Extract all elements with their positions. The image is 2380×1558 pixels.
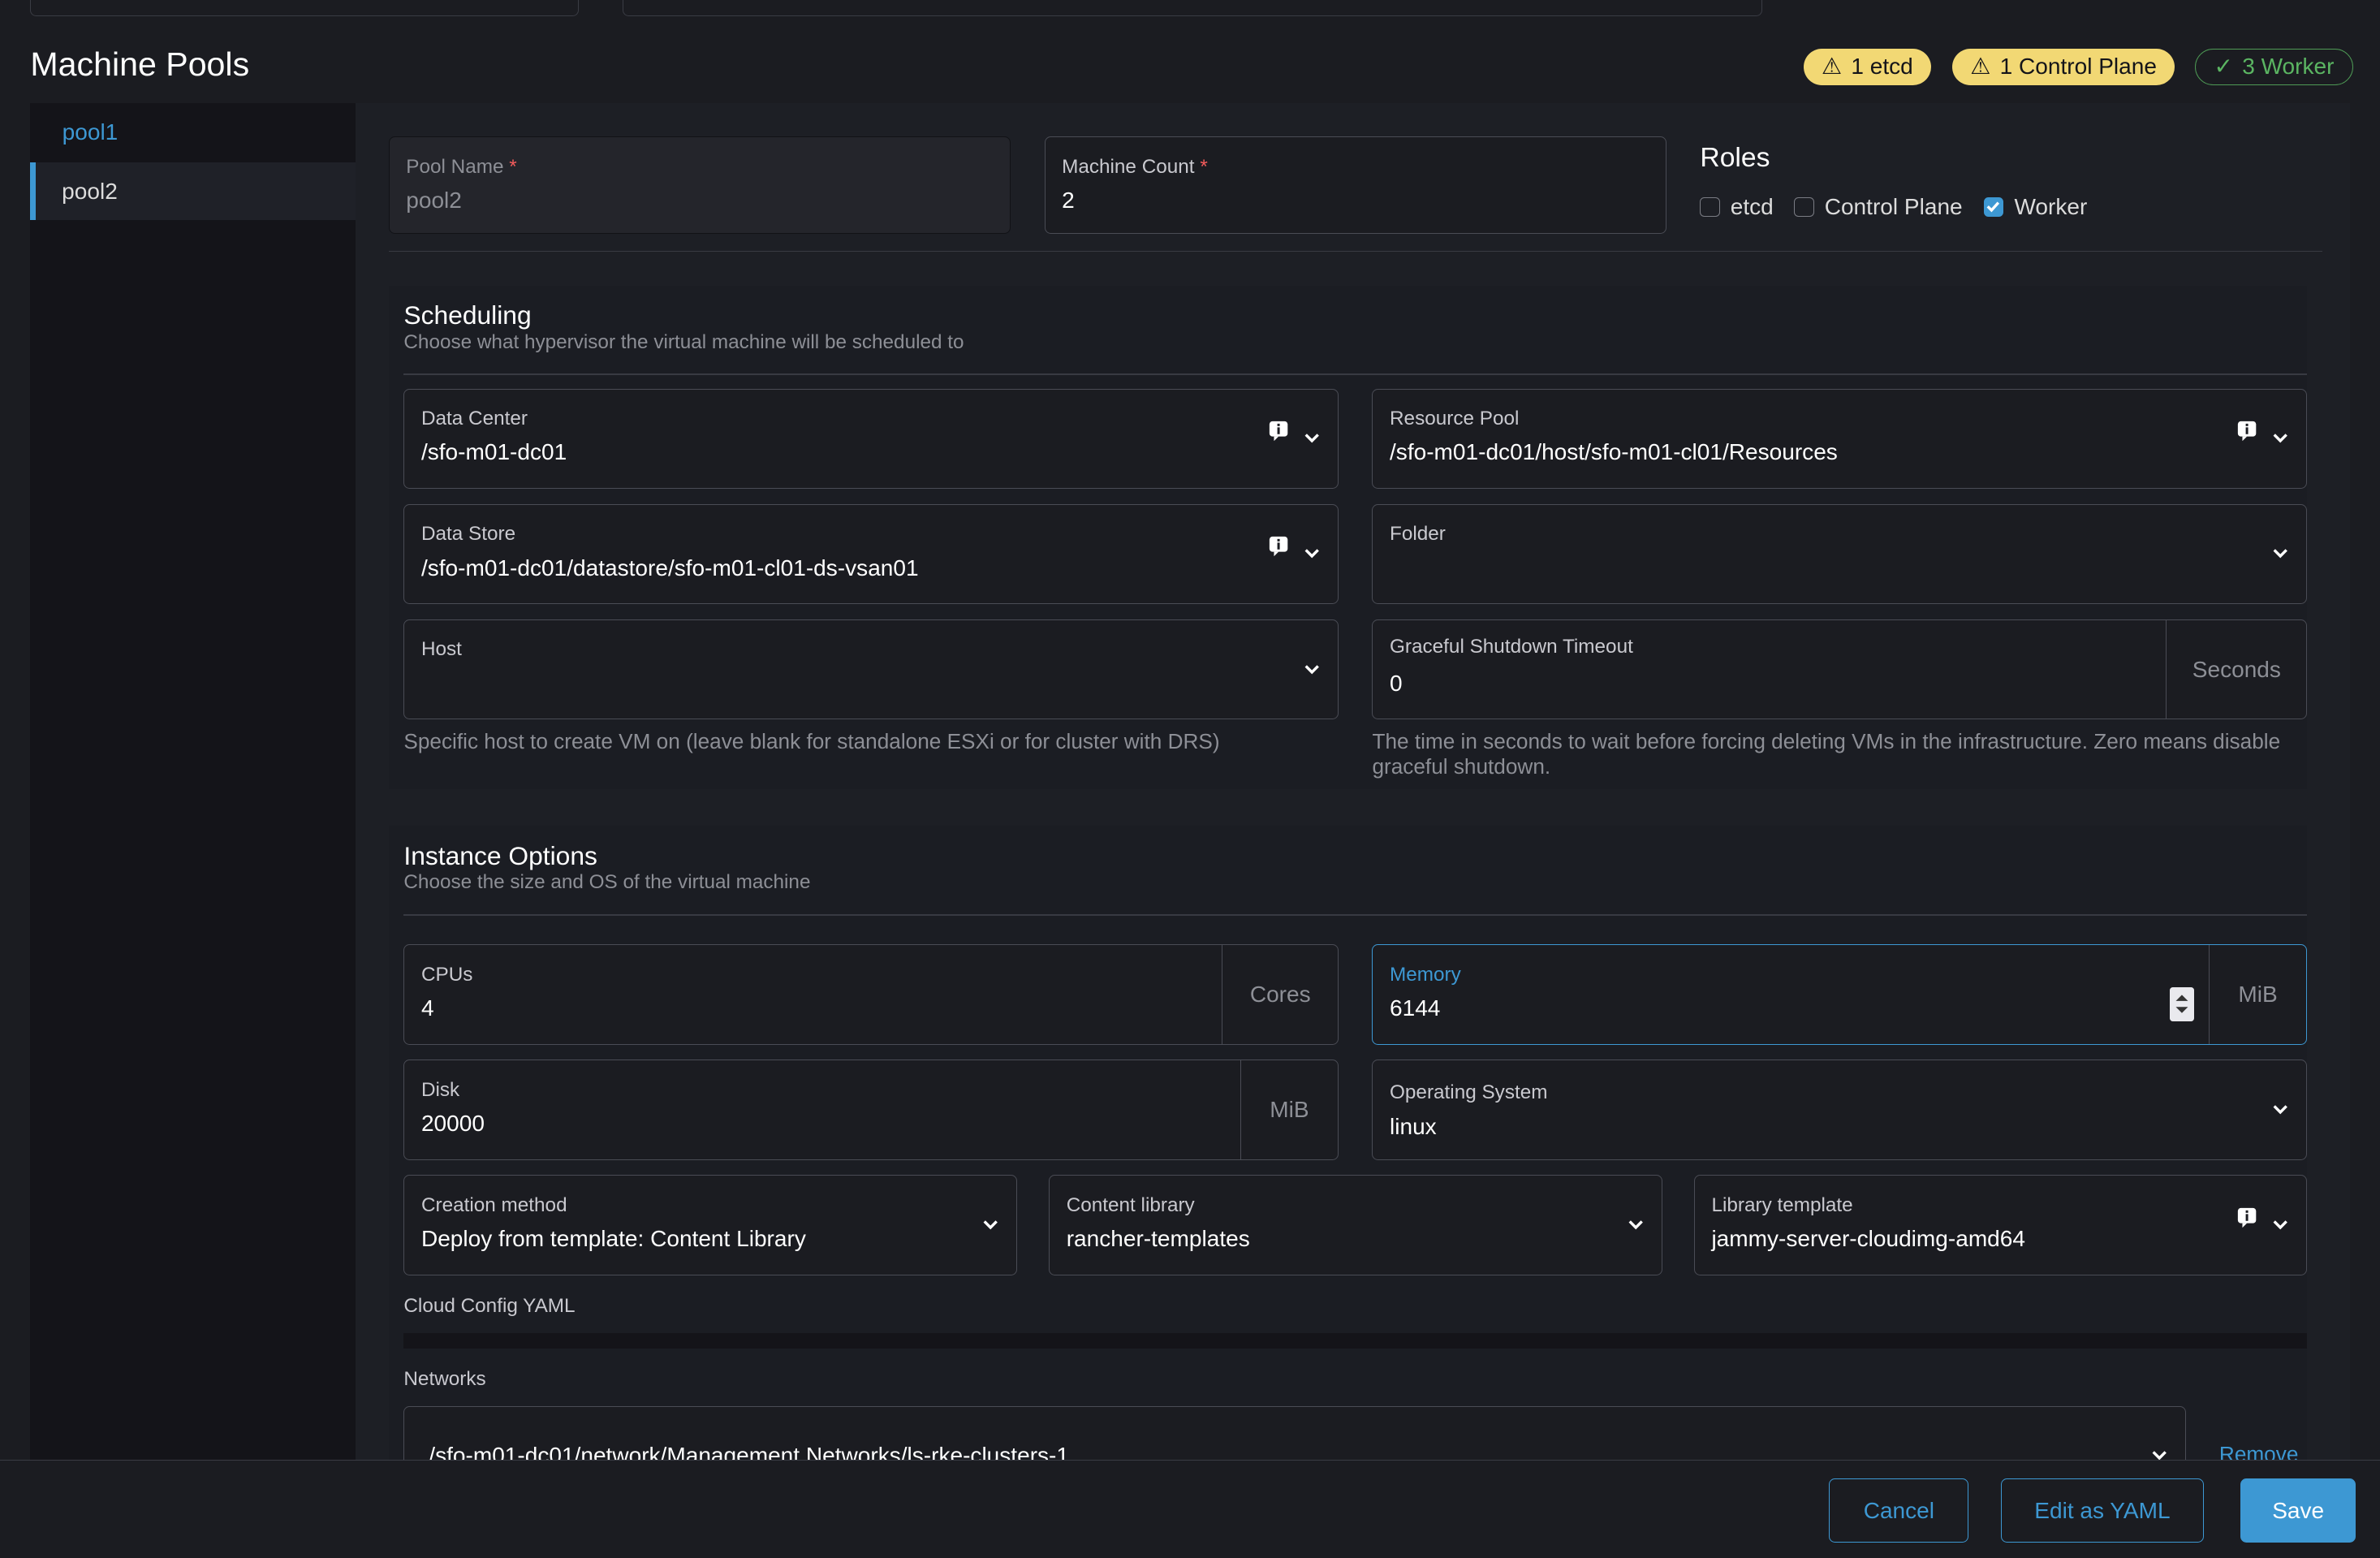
worker-count-badge: ✓ 3 Worker <box>2195 48 2353 85</box>
divider <box>388 250 2323 252</box>
remove-network-link[interactable]: Remove <box>2219 1442 2298 1460</box>
page-title: Machine Pools <box>30 45 250 84</box>
host-select[interactable]: Host <box>403 619 1339 720</box>
instance-options-section: Instance Options Choose the size and OS … <box>388 826 2308 1461</box>
pool-sidebar: pool1 pool2 <box>30 103 356 1461</box>
chevron-down-icon[interactable] <box>2271 429 2289 447</box>
cloud-config-editor[interactable] <box>403 1332 2308 1349</box>
networks-label: Networks <box>403 1367 486 1390</box>
shutdown-help-text: The time in seconds to wait before forci… <box>1372 728 2281 779</box>
top-partial-field-left <box>30 0 579 16</box>
info-icon[interactable] <box>2236 1206 2257 1228</box>
chevron-down-icon[interactable] <box>1303 429 1321 447</box>
control-plane-count-badge: ⚠ 1 Control Plane <box>1951 48 2175 85</box>
chevron-down-icon[interactable] <box>2271 544 2289 562</box>
save-button[interactable]: Save <box>2240 1478 2356 1543</box>
mib-suffix: MiB <box>1240 1060 1339 1159</box>
form-footer: Cancel Edit as YAML Save <box>0 1459 2380 1558</box>
chevron-down-icon[interactable] <box>1627 1215 1645 1233</box>
mib-suffix: MiB <box>2208 945 2307 1044</box>
chevron-down-icon[interactable] <box>2271 1100 2289 1118</box>
pool-config-panel: Pool Name * pool2 Machine Count * 2 Role… <box>355 103 2350 1461</box>
role-worker-checkbox[interactable]: Worker <box>1984 194 2087 220</box>
network-select[interactable]: /sfo-m01-dc01/network/Management Network… <box>403 1405 2186 1461</box>
etcd-count-badge: ⚠ 1 etcd <box>1803 48 1932 85</box>
roles-title: Roles <box>1700 142 1770 173</box>
role-control-plane-checkbox[interactable]: Control Plane <box>1794 194 1963 220</box>
folder-select[interactable]: Folder <box>1372 503 2308 605</box>
chevron-down-icon[interactable] <box>1303 660 1321 678</box>
role-etcd-checkbox[interactable]: etcd <box>1700 194 1774 220</box>
instance-options-title: Instance Options <box>403 840 597 870</box>
cpus-input[interactable]: CPUs 4 Cores <box>403 944 1339 1045</box>
cancel-button[interactable]: Cancel <box>1829 1478 1969 1543</box>
check-icon: ✓ <box>2214 53 2233 79</box>
library-template-select[interactable]: Library template jammy-server-cloudimg-a… <box>1693 1175 2308 1275</box>
chevron-down-icon[interactable] <box>2271 1215 2289 1233</box>
info-icon[interactable] <box>1268 420 1289 442</box>
chevron-down-icon[interactable] <box>1303 544 1321 562</box>
resource-pool-select[interactable]: Resource Pool /sfo-m01-dc01/host/sfo-m01… <box>1372 388 2308 490</box>
scheduling-title: Scheduling <box>403 300 532 330</box>
chevron-down-icon[interactable] <box>981 1215 999 1233</box>
checkbox-icon <box>1794 197 1814 218</box>
warning-icon: ⚠ <box>1970 53 1991 79</box>
machine-count-input[interactable]: Machine Count * 2 <box>1044 136 1667 234</box>
content-library-select[interactable]: Content library rancher-templates <box>1049 1175 1662 1275</box>
data-store-select[interactable]: Data Store /sfo-m01-dc01/datastore/sfo-m… <box>403 503 1339 605</box>
chevron-down-icon[interactable] <box>2150 1446 2168 1461</box>
machine-count-value: 2 <box>1062 187 1075 213</box>
instance-options-subtitle: Choose the size and OS of the virtual ma… <box>403 871 811 894</box>
data-center-select[interactable]: Data Center /sfo-m01-dc01 <box>403 388 1339 490</box>
cloud-config-label: Cloud Config YAML <box>403 1295 576 1318</box>
edit-as-yaml-button[interactable]: Edit as YAML <box>2000 1478 2205 1543</box>
divider <box>403 373 2308 375</box>
memory-input[interactable]: Memory 6144 MiB <box>1372 944 2308 1045</box>
cores-suffix: Cores <box>1222 945 1338 1044</box>
operating-system-select[interactable]: Operating System linux <box>1372 1060 2308 1160</box>
info-icon[interactable] <box>1268 535 1289 557</box>
warning-icon: ⚠ <box>1821 53 1843 79</box>
scheduling-section: Scheduling Choose what hypervisor the vi… <box>388 285 2308 790</box>
host-help-text: Specific host to create VM on (leave bla… <box>403 728 1220 753</box>
pool-name-field[interactable]: Pool Name * pool2 <box>388 136 1011 234</box>
info-icon[interactable] <box>2236 420 2257 442</box>
pool-name-value: pool2 <box>406 187 462 213</box>
top-partial-field-right <box>622 0 1763 16</box>
scheduling-subtitle: Choose what hypervisor the virtual machi… <box>403 330 964 353</box>
checkbox-icon <box>1700 197 1720 218</box>
sidebar-item-pool2[interactable]: pool2 <box>30 162 356 221</box>
checked-checkbox-icon <box>1984 197 2004 218</box>
divider <box>403 913 2308 916</box>
creation-method-select[interactable]: Creation method Deploy from template: Co… <box>403 1175 1017 1275</box>
seconds-suffix: Seconds <box>2166 619 2306 719</box>
disk-input[interactable]: Disk 20000 MiB <box>403 1060 1339 1160</box>
number-stepper[interactable] <box>2170 987 2194 1021</box>
sidebar-item-pool1[interactable]: pool1 <box>30 103 355 161</box>
graceful-shutdown-input[interactable]: Graceful Shutdown Timeout 0 Seconds <box>1372 619 2308 720</box>
